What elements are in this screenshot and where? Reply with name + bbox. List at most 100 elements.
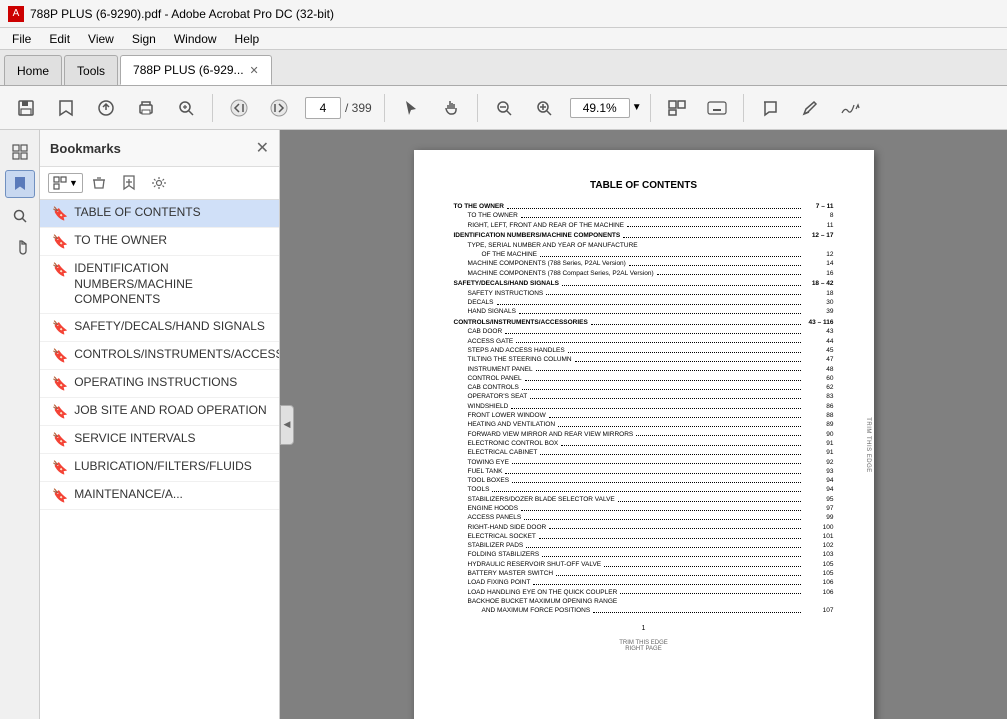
- tab-bar: Home Tools 788P PLUS (6-929... ✕: [0, 50, 1007, 86]
- bookmark-icon: 🔖: [52, 460, 68, 476]
- bookmarks-panel-button[interactable]: [5, 170, 35, 198]
- page-total-label: / 399: [345, 101, 372, 115]
- toc-row: HYDRAULIC RESERVOIR SHUT-OFF VALVE105: [454, 561, 834, 569]
- delete-bookmark-button[interactable]: [85, 171, 113, 195]
- bookmark-safety-label: SAFETY/DECALS/HAND SIGNALS: [74, 319, 265, 335]
- comment-button[interactable]: [752, 92, 788, 124]
- tab-tools[interactable]: Tools: [64, 55, 118, 85]
- toc-row: INSTRUMENT PANEL48: [454, 366, 834, 374]
- zoom-out-button[interactable]: [486, 92, 522, 124]
- enhance-button[interactable]: [168, 92, 204, 124]
- bookmarks-options-dropdown[interactable]: ▼: [48, 173, 83, 193]
- bookmark-operating[interactable]: 🔖 OPERATING INSTRUCTIONS: [40, 370, 279, 398]
- toc-content: TO THE OWNER 7 – 11 TO THE OWNER 8 RIGHT…: [454, 203, 834, 615]
- bookmark-safety[interactable]: 🔖 SAFETY/DECALS/HAND SIGNALS: [40, 314, 279, 342]
- prev-page-button[interactable]: [221, 92, 257, 124]
- toc-row: RIGHT-HAND SIDE DOOR100: [454, 524, 834, 532]
- page-display-area[interactable]: ◀ TABLE OF CONTENTS TO THE OWNER 7 – 11 …: [280, 130, 1007, 719]
- toc-row: FOLDING STABILIZERS103: [454, 551, 834, 559]
- bookmark-toc-label: TABLE OF CONTENTS: [74, 205, 200, 221]
- page-navigation: 4 / 399: [305, 97, 372, 119]
- toc-row: HAND SIGNALS 39: [454, 308, 834, 316]
- pointer-tool-button[interactable]: [393, 92, 429, 124]
- bookmark-service[interactable]: 🔖 SERVICE INTERVALS: [40, 426, 279, 454]
- toc-row: CAB CONTROLS62: [454, 384, 834, 392]
- window-title: 788P PLUS (6-9290).pdf - Adobe Acrobat P…: [30, 7, 334, 21]
- collapse-arrow-icon: ◀: [284, 419, 291, 430]
- menu-edit[interactable]: Edit: [41, 30, 78, 48]
- bookmarks-toolbar: ▼: [40, 167, 279, 200]
- bookmark-maintenance-label: MAINTENANCE/A...: [74, 487, 183, 503]
- bookmark-toc[interactable]: 🔖 TABLE OF CONTENTS: [40, 200, 279, 228]
- tab-tools-label: Tools: [77, 64, 105, 78]
- bookmark-icon: 🔖: [52, 234, 68, 250]
- dropdown-arrow-icon: ▼: [69, 178, 78, 188]
- left-icon-strip: [0, 130, 40, 719]
- toc-row: STABILIZER PADS102: [454, 542, 834, 550]
- menu-sign[interactable]: Sign: [124, 30, 164, 48]
- page-number-display: 1: [454, 625, 834, 632]
- bookmark-properties-button[interactable]: [145, 171, 173, 195]
- bookmark-lubrication[interactable]: 🔖 LUBRICATION/FILTERS/FLUIDS: [40, 454, 279, 482]
- collapse-sidebar-button[interactable]: ◀: [280, 405, 294, 445]
- close-bookmarks-button[interactable]: ✕: [256, 138, 269, 158]
- hand-tool-button[interactable]: [433, 92, 469, 124]
- zoom-value-display[interactable]: 49.1%: [570, 98, 630, 118]
- next-page-button[interactable]: [261, 92, 297, 124]
- toc-row: ACCESS PANELS99: [454, 514, 834, 522]
- zoom-in-button[interactable]: [526, 92, 562, 124]
- bookmark-service-label: SERVICE INTERVALS: [74, 431, 195, 447]
- tab-close-button[interactable]: ✕: [250, 64, 259, 77]
- bookmark-jobsite-label: JOB SITE AND ROAD OPERATION: [74, 403, 266, 419]
- tab-home-label: Home: [17, 64, 49, 78]
- bookmark-owner[interactable]: 🔖 TO THE OWNER: [40, 228, 279, 256]
- menu-window[interactable]: Window: [166, 30, 225, 48]
- attachments-panel-button[interactable]: [5, 234, 35, 262]
- toc-row: BACKHOE BUCKET MAXIMUM OPENING RANGE: [454, 598, 834, 606]
- add-bookmark-button[interactable]: [115, 171, 143, 195]
- bookmark-jobsite[interactable]: 🔖 JOB SITE AND ROAD OPERATION: [40, 398, 279, 426]
- bookmarks-list: 🔖 TABLE OF CONTENTS 🔖 TO THE OWNER 🔖 IDE…: [40, 200, 279, 719]
- upload-button[interactable]: [88, 92, 124, 124]
- toc-row: MACHINE COMPONENTS (788 Series, P2AL Ver…: [454, 260, 834, 268]
- bookmark-button[interactable]: [48, 92, 84, 124]
- sign-button[interactable]: [832, 92, 868, 124]
- title-bar: A 788P PLUS (6-9290).pdf - Adobe Acrobat…: [0, 0, 1007, 28]
- bookmark-controls[interactable]: 🔖 CONTROLS/INSTRUMENTS/ACCESSORIES: [40, 342, 279, 370]
- bookmark-owner-label: TO THE OWNER: [74, 233, 167, 249]
- toc-row: TOOLS94: [454, 486, 834, 494]
- zoom-dropdown-icon[interactable]: ▼: [632, 102, 642, 113]
- toc-row: TOOL BOXES94: [454, 477, 834, 485]
- toc-row: CONTROL PANEL60: [454, 375, 834, 383]
- menu-view[interactable]: View: [80, 30, 122, 48]
- bookmark-idnumbers[interactable]: 🔖 IDENTIFICATION NUMBERS/MACHINE COMPONE…: [40, 256, 279, 314]
- search-panel-button[interactable]: [5, 202, 35, 230]
- bookmark-lubrication-label: LUBRICATION/FILTERS/FLUIDS: [74, 459, 252, 475]
- print-button[interactable]: [128, 92, 164, 124]
- toc-row: LOAD FIXING POINT106: [454, 579, 834, 587]
- toc-row: TOWING EYE92: [454, 459, 834, 467]
- separator-3: [477, 94, 478, 122]
- bookmark-operating-label: OPERATING INSTRUCTIONS: [74, 375, 237, 391]
- menu-file[interactable]: File: [4, 30, 39, 48]
- toc-row: OF THE MACHINE 12: [454, 251, 834, 259]
- tab-document[interactable]: 788P PLUS (6-929... ✕: [120, 55, 272, 85]
- tab-home[interactable]: Home: [4, 55, 62, 85]
- toc-row: ELECTRONIC CONTROL BOX91: [454, 440, 834, 448]
- toc-row: FORWARD VIEW MIRROR AND REAR VIEW MIRROR…: [454, 431, 834, 439]
- toc-row: CAB DOOR43: [454, 328, 834, 336]
- menu-help[interactable]: Help: [227, 30, 268, 48]
- bookmark-controls-label: CONTROLS/INSTRUMENTS/ACCESSORIES: [74, 347, 279, 363]
- keyboard-button[interactable]: [699, 92, 735, 124]
- main-area: Bookmarks ✕ ▼ 🔖 TABLE OF CONTENTS: [0, 130, 1007, 719]
- pdf-page: TABLE OF CONTENTS TO THE OWNER 7 – 11 TO…: [414, 150, 874, 719]
- page-number-input[interactable]: 4: [305, 97, 341, 119]
- bookmark-icon: 🔖: [52, 488, 68, 504]
- save-button[interactable]: [8, 92, 44, 124]
- page-thumbnails-button[interactable]: [5, 138, 35, 166]
- draw-button[interactable]: [792, 92, 828, 124]
- bookmark-maintenance[interactable]: 🔖 MAINTENANCE/A...: [40, 482, 279, 510]
- view-mode-button[interactable]: [659, 92, 695, 124]
- toc-row: DECALS 30: [454, 299, 834, 307]
- bookmarks-title: Bookmarks: [50, 141, 121, 156]
